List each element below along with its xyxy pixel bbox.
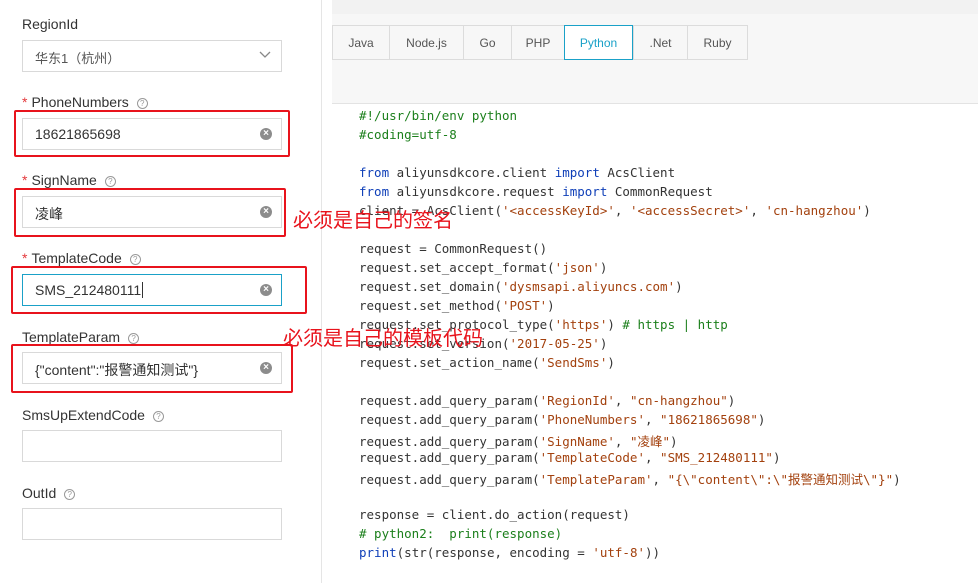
code-line: response = client.do_action(request) (359, 507, 630, 522)
help-icon[interactable]: ? (152, 411, 164, 422)
code-panel: Java Node.js Go PHP Python .Net Ruby #!/… (332, 0, 978, 583)
template-code-label: * TemplateCode? (22, 250, 141, 266)
code-line: request.set_action_name('SendSms') (359, 355, 615, 370)
code-line: print(str(response, encoding = 'utf-8')) (359, 545, 661, 560)
code-line: #coding=utf-8 (359, 127, 457, 142)
code-line: request.add_query_param('RegionId', "cn-… (359, 393, 736, 408)
highlight-box-template-param (11, 344, 293, 393)
help-icon[interactable]: ? (64, 489, 76, 500)
chevron-down-icon (259, 51, 271, 58)
tab-nodejs[interactable]: Node.js (389, 25, 463, 60)
out-id-label: OutId? (22, 485, 76, 501)
sms-up-extend-input[interactable] (22, 430, 282, 462)
code-line: request.add_query_param('TemplateCode', … (359, 450, 781, 465)
region-value: 华东1（杭州） (35, 51, 121, 66)
code-line: #!/usr/bin/env python (359, 108, 518, 123)
code-line: request.add_query_param('SignName', "凌峰"… (359, 434, 678, 449)
annotation-template: 必须是自己的模板代码 (283, 326, 483, 350)
out-id-input[interactable] (22, 508, 282, 540)
sms-up-extend-label: SmsUpExtendCode? (22, 407, 164, 423)
code-line: request = CommonRequest() (359, 241, 548, 256)
region-select[interactable]: 华东1（杭州） (22, 40, 282, 72)
annotation-signature: 必须是自己的签名 (293, 208, 453, 232)
sign-label: * SignName? (22, 172, 116, 188)
tab-dotnet[interactable]: .Net (633, 25, 687, 60)
highlight-box-template-code (11, 266, 307, 314)
code-line: request.add_query_param('TemplateParam',… (359, 472, 901, 487)
tab-php[interactable]: PHP (511, 25, 564, 60)
template-param-label: TemplateParam? (22, 329, 140, 345)
code-line: from aliyunsdkcore.request import Common… (359, 184, 713, 199)
phone-label: * PhoneNumbers? (22, 94, 148, 110)
help-icon[interactable]: ? (136, 98, 148, 109)
help-icon[interactable]: ? (129, 254, 141, 265)
tab-ruby[interactable]: Ruby (687, 25, 748, 60)
code-line: request.set_domain('dysmsapi.aliyuncs.co… (359, 279, 683, 294)
region-label: RegionId (22, 16, 79, 32)
code-line: request.add_query_param('PhoneNumbers', … (359, 412, 766, 427)
code-line: # python2: print(response) (359, 526, 563, 541)
help-icon[interactable]: ? (128, 333, 140, 344)
tab-python[interactable]: Python (564, 25, 633, 60)
highlight-box-phone (14, 110, 290, 157)
code-line: request.set_accept_format('json') (359, 260, 608, 275)
code-line: from aliyunsdkcore.client import AcsClie… (359, 165, 676, 180)
code-line: request.set_method('POST') (359, 298, 555, 313)
help-icon[interactable]: ? (104, 176, 116, 187)
language-tabs: Java Node.js Go PHP Python .Net Ruby (332, 25, 748, 60)
tab-java[interactable]: Java (332, 25, 389, 60)
highlight-box-sign (14, 188, 286, 237)
tab-go[interactable]: Go (463, 25, 511, 60)
sdk-debug-page: RegionId 华东1（杭州） * PhoneNumbers? 18621865… (0, 0, 978, 583)
result-bar (332, 0, 978, 14)
